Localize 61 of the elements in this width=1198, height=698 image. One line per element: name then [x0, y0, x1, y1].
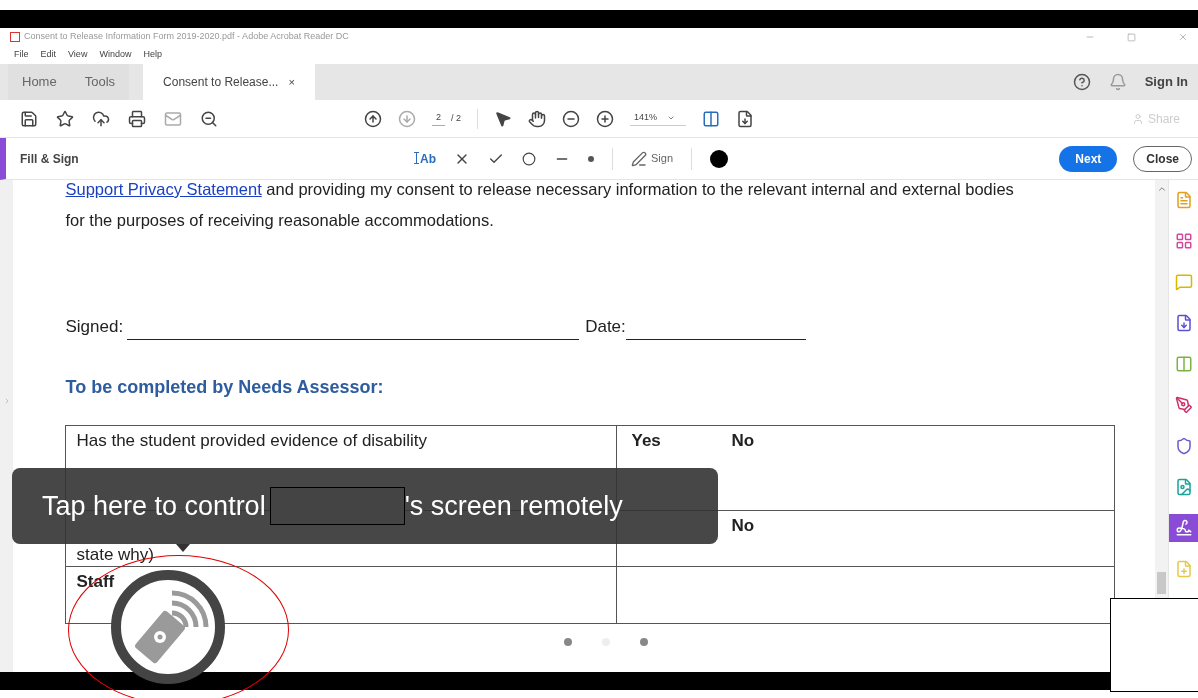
- pen-icon: [1174, 396, 1193, 414]
- window-title: Consent to Release Information Form 2019-2020.pdf - Adobe Acrobat Reader DC: [24, 30, 349, 44]
- consent-paragraph: Support Privacy Statement and providing my consent to release necessary information to the relevant internal and external bodies for the purposes of receiving reasonable accommodations.: [65, 179, 1015, 231]
- question-text: state why): [76, 545, 154, 564]
- columns-icon: [1174, 355, 1193, 373]
- help-icon[interactable]: [1072, 73, 1091, 91]
- hand-icon[interactable]: [528, 109, 547, 128]
- circle-icon[interactable]: [522, 151, 536, 166]
- zoom-dropdown[interactable]: 141%: [630, 111, 687, 126]
- color-swatch[interactable]: [710, 149, 729, 168]
- signature-icon: [1174, 519, 1193, 537]
- menu-item[interactable]: Help: [143, 48, 162, 62]
- fill-sign-title: Fill & Sign: [20, 150, 80, 168]
- page-number-field[interactable]: 2: [432, 111, 445, 126]
- tab-close[interactable]: ×: [288, 73, 295, 91]
- page-fit-icon[interactable]: [702, 109, 721, 128]
- comment-icon: [1174, 273, 1193, 291]
- tab[interactable]: Home: [8, 64, 71, 100]
- sign-in-button[interactable]: Sign In: [1144, 72, 1188, 92]
- scroll-mode-icon[interactable]: [736, 109, 755, 128]
- signed-label: Signed:: [65, 316, 124, 338]
- layout-icon: [1174, 232, 1193, 250]
- menu-item[interactable]: Window: [99, 48, 132, 62]
- previous-page-icon[interactable]: [364, 109, 382, 128]
- pointer-icon[interactable]: [494, 109, 513, 128]
- text-cursor-icon: [414, 151, 419, 164]
- tab[interactable]: Tools: [70, 64, 130, 100]
- menu-item[interactable]: File: [14, 48, 29, 62]
- tool-panel-button[interactable]: [1168, 514, 1198, 542]
- printer-icon[interactable]: [128, 109, 146, 128]
- pen-icon: [631, 150, 647, 167]
- privacy-link[interactable]: Support Privacy Statement: [65, 180, 262, 198]
- zoom-out-icon[interactable]: [200, 109, 218, 128]
- tab[interactable]: Consent to Release... ×: [143, 64, 315, 100]
- sign-button[interactable]: Sign: [631, 150, 674, 167]
- menu-item[interactable]: Edit: [40, 48, 57, 62]
- answer-option[interactable]: No: [731, 426, 755, 510]
- cloud-upload-icon[interactable]: [92, 109, 110, 128]
- file-download-icon: [1174, 314, 1193, 332]
- star-icon[interactable]: [56, 109, 74, 128]
- file-icon: [1174, 191, 1193, 209]
- next-button[interactable]: Next: [1059, 145, 1118, 172]
- person-icon: [1131, 112, 1144, 125]
- zoom-out-icon[interactable]: [562, 109, 581, 128]
- save-icon[interactable]: [20, 109, 38, 128]
- page-total: / 2: [451, 111, 462, 125]
- remote-control-toast[interactable]: Tap here to control 's screen remotely: [12, 468, 718, 544]
- answer-option[interactable]: No: [731, 511, 755, 566]
- app-logo-icon: [10, 32, 20, 42]
- caret-icon: [667, 114, 676, 122]
- file-image-icon: [1174, 478, 1193, 496]
- question-text: Has the student provided evidence of disability: [76, 430, 428, 450]
- scrollbar-thumb[interactable]: [1157, 572, 1167, 594]
- date-label: Date:: [585, 316, 626, 338]
- section-heading: To be completed by Needs Assessor:: [65, 375, 385, 399]
- add-text-tool[interactable]: Ab: [414, 149, 436, 168]
- file-plus-icon: [1174, 560, 1193, 578]
- menu-item[interactable]: View: [68, 48, 88, 62]
- shield-icon: [1174, 437, 1193, 455]
- toast-pointer-icon: [176, 544, 190, 552]
- zoom-in-icon[interactable]: [596, 109, 615, 128]
